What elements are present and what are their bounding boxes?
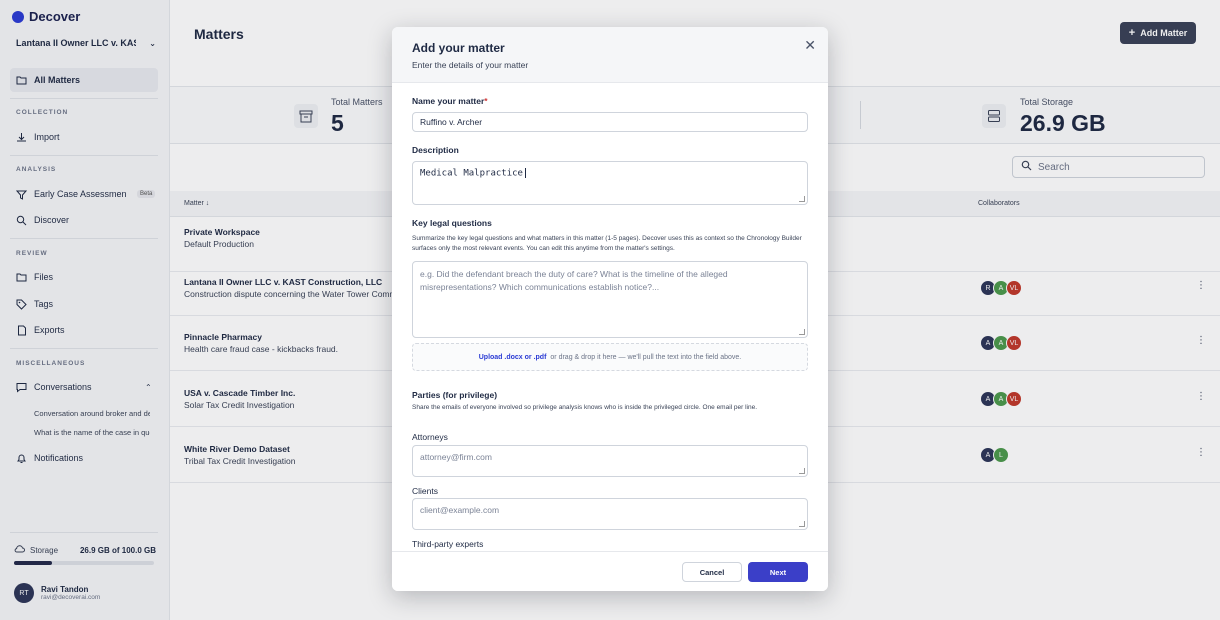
name-label-text: Name your matter: [412, 96, 485, 106]
upload-dropzone[interactable]: Upload .docx or .pdf or drag & drop it h…: [412, 343, 808, 371]
modal-header: Add your matter Enter the details of you…: [392, 27, 828, 83]
clients-label: Clients: [412, 486, 438, 496]
attorneys-placeholder: attorney@firm.com: [420, 452, 492, 462]
description-textarea[interactable]: Medical Malpractice: [412, 161, 808, 205]
upload-hint: or drag & drop it here — we'll pull the …: [550, 353, 742, 361]
description-value: Medical Malpractice: [420, 168, 523, 179]
parties-help: Share the emails of everyone involved so…: [412, 404, 758, 411]
add-matter-modal: Add your matter Enter the details of you…: [392, 27, 828, 591]
resize-handle[interactable]: [799, 468, 805, 474]
matter-name-input[interactable]: Ruffino v. Archer: [412, 112, 808, 132]
modal-title: Add your matter: [412, 41, 505, 55]
resize-handle[interactable]: [799, 329, 805, 335]
clients-placeholder: client@example.com: [420, 505, 500, 515]
attorneys-textarea[interactable]: attorney@firm.com: [412, 445, 808, 477]
key-questions-placeholder: e.g. Did the defendant breach the duty o…: [420, 269, 728, 292]
upload-link[interactable]: Upload .docx or .pdf: [479, 354, 547, 361]
key-questions-label: Key legal questions: [412, 218, 492, 228]
resize-handle[interactable]: [799, 521, 805, 527]
close-icon[interactable]: ✕: [804, 37, 816, 54]
resize-handle[interactable]: [799, 196, 805, 202]
key-questions-textarea[interactable]: e.g. Did the defendant breach the duty o…: [412, 261, 808, 338]
modal-footer: Cancel Next: [392, 551, 828, 591]
clients-textarea[interactable]: client@example.com: [412, 498, 808, 530]
text-cursor: [524, 168, 526, 178]
cancel-button[interactable]: Cancel: [682, 562, 742, 582]
experts-label: Third-party experts: [412, 539, 484, 549]
required-marker: *: [484, 96, 488, 106]
next-button[interactable]: Next: [748, 562, 808, 582]
attorneys-label: Attorneys: [412, 432, 448, 442]
modal-subtitle: Enter the details of your matter: [412, 60, 529, 70]
name-label: Name your matter*: [412, 96, 488, 106]
parties-label: Parties (for privilege): [412, 390, 498, 400]
description-label: Description: [412, 145, 459, 155]
key-questions-help: Summarize the key legal questions and wh…: [412, 235, 802, 252]
